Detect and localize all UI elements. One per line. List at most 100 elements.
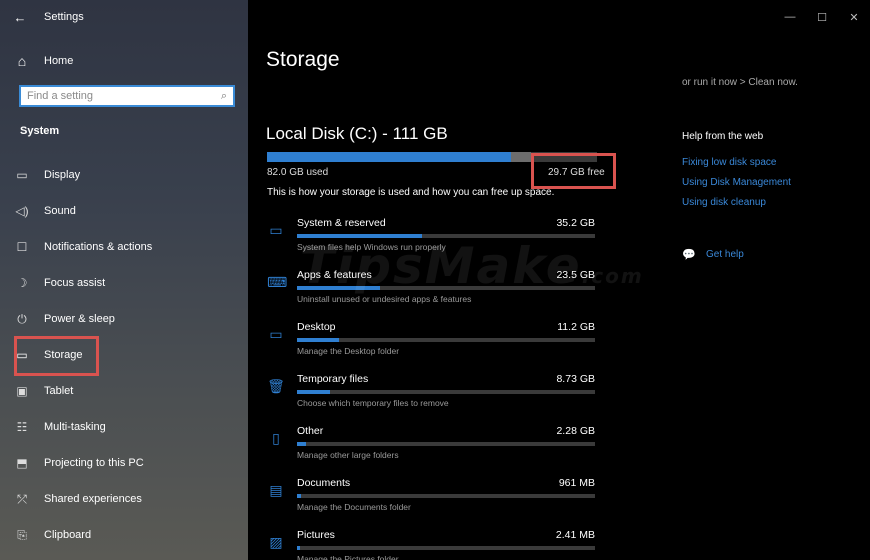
storage-category[interactable]: ▨ Pictures 2.41 MB Manage the Pictures fold… bbox=[267, 524, 607, 560]
storage-category[interactable]: 🗑 Temporary files 8.73 GB Choose which temp… bbox=[267, 368, 607, 420]
multitasking-icon: ☷ bbox=[16, 420, 28, 434]
get-help[interactable]: 💬 Get help bbox=[682, 248, 744, 261]
category-name: Desktop bbox=[297, 321, 336, 333]
storage-category[interactable]: ⌨ Apps & features 23.5 GB Uninstall unused … bbox=[267, 264, 607, 316]
category-usage-bar bbox=[297, 442, 595, 446]
help-link[interactable]: Using Disk Management bbox=[682, 177, 791, 197]
documents-icon: ▤ bbox=[269, 482, 283, 498]
projecting-icon: ⬒ bbox=[16, 456, 28, 470]
sidebar-item-notifications-actions[interactable]: ☐ Notifications & actions bbox=[0, 229, 248, 265]
storage-category[interactable]: ▯ Other 2.28 GB Manage other large folders bbox=[267, 420, 607, 472]
sidebar-item-tablet[interactable]: ▣ Tablet bbox=[0, 373, 248, 409]
category-usage-bar bbox=[297, 338, 595, 342]
category-usage-fill bbox=[297, 234, 423, 238]
category-size: 2.28 GB bbox=[556, 425, 595, 437]
display-icon: ▭ bbox=[16, 168, 28, 182]
app-title: Settings bbox=[44, 11, 84, 23]
category-size: 961 MB bbox=[558, 477, 595, 489]
sound-icon: ◁) bbox=[15, 204, 29, 218]
help-link[interactable]: Fixing low disk space bbox=[682, 157, 791, 177]
category-usage-fill bbox=[297, 286, 381, 290]
category-usage-bar bbox=[297, 494, 595, 498]
storage-category[interactable]: ▤ Documents 961 MB Manage the Documents fol… bbox=[267, 472, 607, 524]
category-usage-bar bbox=[297, 234, 595, 238]
category-size: 23.5 GB bbox=[556, 269, 595, 281]
sidebar-item-label: Tablet bbox=[44, 385, 74, 397]
sidebar-item-label: Multi-tasking bbox=[44, 421, 106, 433]
get-help-icon: 💬 bbox=[682, 249, 696, 261]
desktop-icon: ▭ bbox=[269, 326, 283, 342]
storage-category[interactable]: ▭ System & reserved 35.2 GB System files he… bbox=[267, 212, 607, 264]
close-button[interactable]: ✕ bbox=[838, 0, 870, 34]
category-description: Manage the Desktop folder bbox=[297, 346, 400, 356]
category-description: Manage other large folders bbox=[297, 450, 399, 460]
main-panel: — ☐ ✕ Storage Local Disk (C:) - 111 GB 8… bbox=[248, 0, 870, 560]
get-help-link[interactable]: Get help bbox=[706, 249, 744, 260]
category-usage-fill bbox=[297, 442, 306, 446]
clean-now-text: or run it now > Clean now. bbox=[682, 77, 798, 88]
sidebar-item-clipboard[interactable]: ⎘ Clipboard bbox=[0, 517, 248, 553]
help-link[interactable]: Using disk cleanup bbox=[682, 197, 791, 217]
sidebar-item-label: Focus assist bbox=[44, 277, 106, 289]
sidebar-item-multi-tasking[interactable]: ☷ Multi-tasking bbox=[0, 409, 248, 445]
category-usage-bar bbox=[297, 546, 595, 550]
minimize-button[interactable]: — bbox=[774, 0, 806, 34]
sidebar-item-label: Projecting to this PC bbox=[44, 457, 144, 469]
pictures-icon: ▨ bbox=[269, 534, 283, 550]
search-icon[interactable]: ⌕ bbox=[221, 90, 227, 103]
laptop-icon: ▭ bbox=[269, 222, 283, 238]
trash-icon: 🗑 bbox=[267, 378, 285, 394]
back-button[interactable]: ← bbox=[0, 0, 40, 34]
other-icon: ▯ bbox=[272, 430, 280, 446]
free-space-highlight-box bbox=[531, 153, 616, 189]
sidebar-item-label: Display bbox=[44, 169, 81, 181]
sidebar-item-power-sleep[interactable]: ⏻ Power & sleep bbox=[0, 301, 248, 337]
home-label: Home bbox=[44, 55, 74, 67]
search-input[interactable] bbox=[27, 90, 221, 102]
window-controls: — ☐ ✕ bbox=[774, 0, 870, 34]
maximize-button[interactable]: ☐ bbox=[806, 0, 838, 34]
apps-icon: ⌨ bbox=[267, 274, 288, 290]
category-description: Manage the Pictures folder bbox=[297, 554, 399, 560]
nav-home[interactable]: ⌂ Home bbox=[0, 46, 248, 76]
power-icon: ⏻ bbox=[17, 311, 27, 326]
sidebar-item-shared-experiences[interactable]: ⤱ Shared experiences bbox=[0, 481, 248, 517]
category-size: 2.41 MB bbox=[555, 529, 595, 541]
search-box[interactable]: ⌕ bbox=[19, 85, 235, 107]
sidebar-item-label: Shared experiences bbox=[44, 493, 142, 505]
home-icon: ⌂ bbox=[17, 53, 27, 69]
category-name: Other bbox=[297, 425, 324, 437]
settings-sidebar: ← Settings ⌂ Home ⌕ System ▭ Display ◁) Sou… bbox=[0, 0, 248, 560]
moon-icon: ☽ bbox=[16, 276, 28, 290]
page-title: Storage bbox=[266, 48, 340, 71]
tablet-icon: ▣ bbox=[16, 384, 28, 398]
section-label: System bbox=[20, 125, 60, 137]
storage-category[interactable]: ▭ Desktop 11.2 GB Manage the Desktop folder bbox=[267, 316, 607, 368]
sidebar-item-label: Power & sleep bbox=[44, 313, 115, 325]
storage-categories: ▭ System & reserved 35.2 GB System files he… bbox=[267, 212, 607, 560]
title-bar: ← Settings bbox=[0, 0, 248, 34]
clipboard-icon: ⎘ bbox=[17, 527, 27, 542]
category-usage-bar bbox=[297, 286, 595, 290]
category-usage-fill bbox=[297, 546, 300, 550]
sidebar-item-focus-assist[interactable]: ☽ Focus assist bbox=[0, 265, 248, 301]
sidebar-item-projecting-to-this-pc[interactable]: ⬒ Projecting to this PC bbox=[0, 445, 248, 481]
category-size: 11.2 GB bbox=[557, 321, 595, 333]
disk-usage-fill bbox=[267, 152, 512, 162]
notifications-icon: ☐ bbox=[16, 240, 28, 254]
sidebar-item-display[interactable]: ▭ Display bbox=[0, 157, 248, 193]
category-name: Documents bbox=[297, 477, 351, 489]
category-description: Choose which temporary files to remove bbox=[297, 398, 449, 408]
category-usage-bar bbox=[297, 390, 595, 394]
category-description: Manage the Documents folder bbox=[297, 502, 411, 512]
sidebar-item-label: Notifications & actions bbox=[44, 241, 153, 253]
sidebar-item-sound[interactable]: ◁) Sound bbox=[0, 193, 248, 229]
used-space-text: 82.0 GB used bbox=[267, 167, 329, 178]
category-usage-fill bbox=[297, 338, 339, 342]
category-size: 8.73 GB bbox=[556, 373, 595, 385]
category-name: Apps & features bbox=[297, 269, 372, 281]
disk-title: Local Disk (C:) - 111 GB bbox=[266, 124, 448, 143]
category-size: 35.2 GB bbox=[556, 217, 595, 229]
shared-icon: ⤱ bbox=[17, 491, 27, 506]
help-links: Fixing low disk space Using Disk Manageme… bbox=[682, 157, 791, 217]
